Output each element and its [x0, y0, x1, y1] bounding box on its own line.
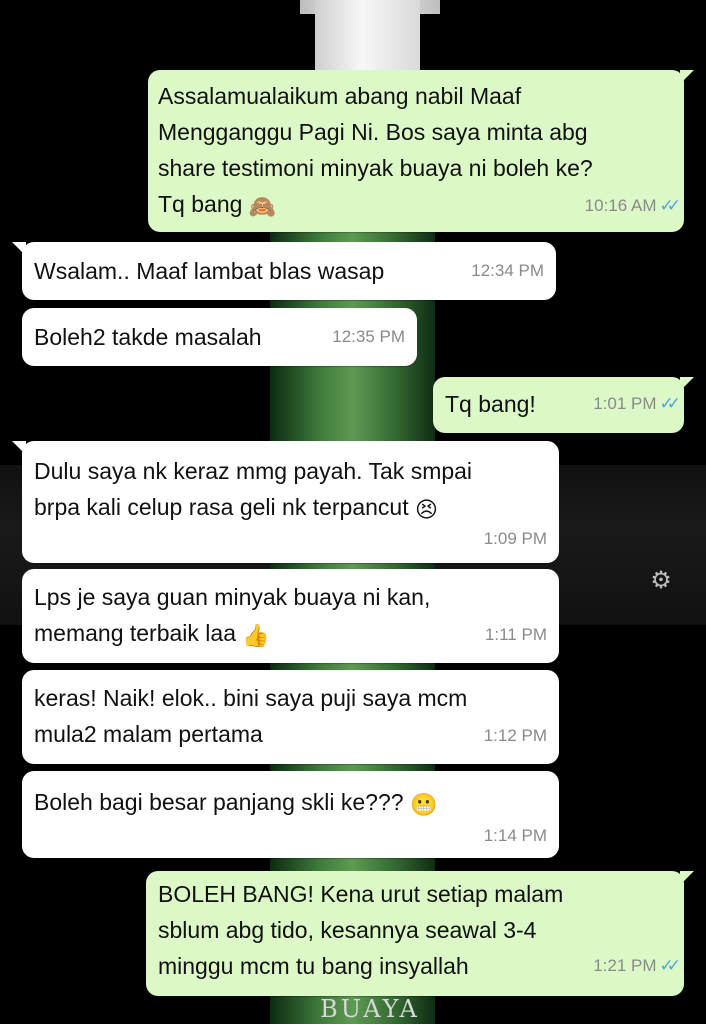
read-receipt-icon: ✓✓: [659, 956, 681, 975]
message-bubble-outgoing[interactable]: Assalamualaikum abang nabil Maaf Menggan…: [148, 70, 694, 232]
message-timestamp: 12:35 PM: [332, 327, 405, 346]
gear-icon: ⚙: [650, 567, 672, 594]
message-timestamp: 1:11 PM: [484, 625, 547, 644]
message-text: Boleh bagi besar panjang skli ke??? 😬: [34, 784, 547, 823]
message-timestamp: 10:16 AM ✓✓: [584, 196, 681, 215]
message-timestamp: 1:21 PM ✓✓: [593, 956, 681, 975]
message-bubble-incoming[interactable]: Boleh bagi besar panjang skli ke??? 😬 1:…: [22, 771, 559, 858]
grimacing-face-emoji: 😬: [409, 792, 438, 817]
message-bubble-incoming[interactable]: keras! Naik! elok.. bini saya puji saya …: [22, 670, 559, 764]
bottle-pump: [315, 0, 420, 75]
message-text: keras! Naik! elok.. bini saya puji saya …: [34, 685, 468, 747]
message-text: Lps je saya guan minyak buaya ni kan, me…: [34, 579, 547, 654]
message-timestamp: 1:12 PM: [483, 726, 547, 745]
message-timestamp: 12:34 PM: [471, 261, 544, 280]
read-receipt-icon: ✓✓: [659, 196, 681, 215]
thumbs-up-emoji: 👍: [242, 623, 270, 648]
message-bubble-incoming[interactable]: Lps je saya guan minyak buaya ni kan, me…: [22, 569, 559, 663]
message-bubble-incoming[interactable]: Dulu saya nk keraz mmg payah. Tak smpai …: [12, 441, 559, 563]
message-bubble-outgoing[interactable]: Tq bang! 1:01 PM ✓✓: [433, 377, 694, 433]
message-bubble-incoming[interactable]: Wsalam.. Maaf lambat blas wasap 12:34 PM: [12, 242, 556, 300]
message-bubble-incoming[interactable]: Boleh2 takde masalah 12:35 PM: [22, 308, 417, 366]
message-timestamp: 1:14 PM: [483, 826, 547, 845]
message-text: Wsalam.. Maaf lambat blas wasap: [34, 258, 385, 284]
see-no-evil-monkey-emoji: 🙈: [248, 194, 277, 219]
message-bubble-outgoing[interactable]: BOLEH BANG! Kena urut setiap malam sblum…: [146, 871, 694, 996]
message-timestamp: 1:01 PM ✓✓: [593, 394, 681, 413]
bottle-brand-text: BUAYA: [320, 995, 420, 1023]
persevering-face-emoji: 😣: [415, 497, 438, 522]
read-receipt-icon: ✓✓: [659, 394, 681, 413]
message-text: Dulu saya nk keraz mmg payah. Tak smpai …: [34, 453, 547, 528]
message-timestamp: 1:09 PM: [483, 529, 547, 548]
